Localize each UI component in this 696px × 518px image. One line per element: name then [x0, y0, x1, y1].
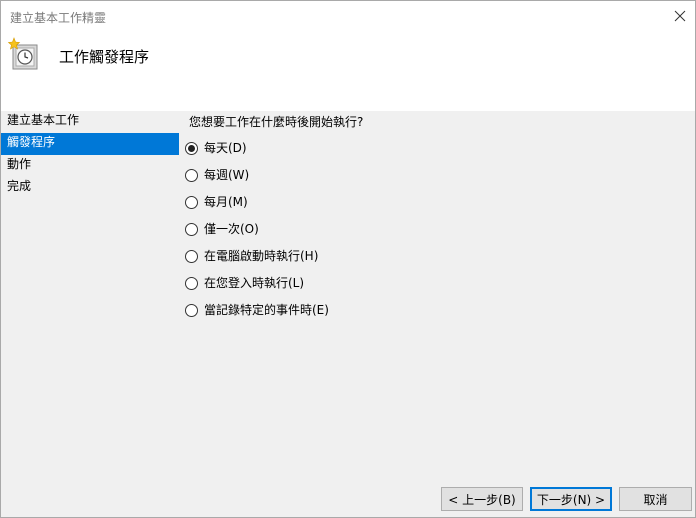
option-specific-event[interactable]: 當記錄特定的事件時(E) — [185, 301, 329, 328]
option-daily-label[interactable]: 每天(D) — [204, 139, 247, 157]
next-button[interactable]: 下一步(N) > — [530, 487, 612, 511]
radio-daily[interactable] — [185, 142, 198, 155]
page-title: 工作觸發程序 — [59, 48, 150, 66]
trigger-content: 您想要工作在什麼時後開始執行? 每天(D) 每週(W) 每月(M) 僅一次(O)… — [185, 113, 364, 317]
option-computer-start[interactable]: 在電腦啟動時執行(H) — [185, 247, 329, 274]
scheduled-task-clock-icon — [7, 37, 38, 70]
option-specific-event-label[interactable]: 當記錄特定的事件時(E) — [204, 301, 329, 319]
cancel-button[interactable]: 取消 — [619, 487, 692, 511]
option-daily[interactable]: 每天(D) — [185, 139, 329, 166]
option-monthly[interactable]: 每月(M) — [185, 193, 329, 220]
close-icon — [674, 10, 686, 22]
option-one-time[interactable]: 僅一次(O) — [185, 220, 329, 247]
wizard-footer: < 上一步(B) 下一步(N) > 取消 — [1, 487, 695, 517]
radio-computer-start[interactable] — [185, 250, 198, 263]
wizard-window: 建立基本工作精靈 工作觸發程序 建立基本工作 觸發程序 動作 完成 您想要工作在… — [0, 0, 696, 518]
sidebar-item-action[interactable]: 動作 — [1, 155, 179, 177]
sidebar-item-trigger[interactable]: 觸發程序 — [1, 133, 179, 155]
back-button[interactable]: < 上一步(B) — [441, 487, 523, 511]
wizard-header: 工作觸發程序 — [1, 33, 695, 111]
radio-one-time[interactable] — [185, 223, 198, 236]
trigger-question: 您想要工作在什麼時後開始執行? — [189, 115, 364, 129]
option-monthly-label[interactable]: 每月(M) — [204, 193, 248, 211]
title-bar: 建立基本工作精靈 — [1, 1, 695, 33]
radio-log-on[interactable] — [185, 277, 198, 290]
radio-monthly[interactable] — [185, 196, 198, 209]
radio-specific-event[interactable] — [185, 304, 198, 317]
sidebar-item-finish[interactable]: 完成 — [1, 177, 179, 199]
option-log-on[interactable]: 在您登入時執行(L) — [185, 274, 329, 301]
option-computer-start-label[interactable]: 在電腦啟動時執行(H) — [204, 247, 318, 265]
option-log-on-label[interactable]: 在您登入時執行(L) — [204, 274, 304, 292]
radio-weekly[interactable] — [185, 169, 198, 182]
close-button[interactable] — [665, 1, 695, 31]
wizard-steps-sidebar: 建立基本工作 觸發程序 動作 完成 — [1, 111, 179, 199]
option-one-time-label[interactable]: 僅一次(O) — [204, 220, 259, 238]
option-weekly[interactable]: 每週(W) — [185, 166, 329, 193]
window-title: 建立基本工作精靈 — [10, 11, 107, 25]
sidebar-item-create-basic-task[interactable]: 建立基本工作 — [1, 111, 179, 133]
option-weekly-label[interactable]: 每週(W) — [204, 166, 249, 184]
trigger-options-group: 每天(D) 每週(W) 每月(M) 僅一次(O) 在電腦啟動時執行(H) 在您登… — [185, 139, 329, 328]
